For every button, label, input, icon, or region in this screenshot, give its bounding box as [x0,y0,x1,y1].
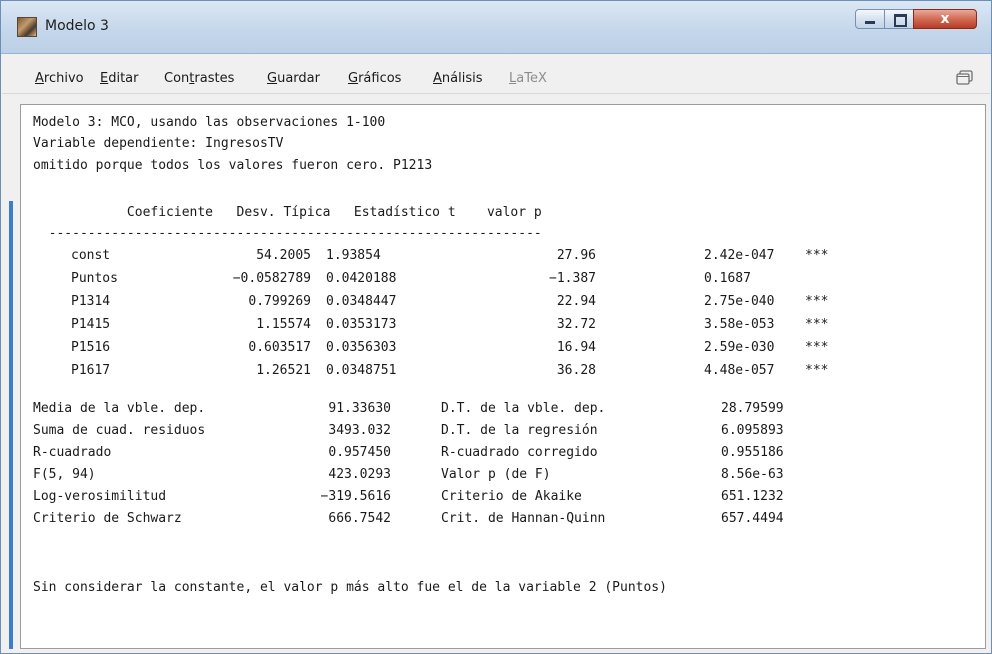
stats-row: R-cuadrado 0.957450 R-cuadrado corregido 0.… [21,445,961,465]
left-accent-strip [9,201,13,649]
menu-contrastes[interactable]: Contrastes [164,71,234,86]
app-icon[interactable] [17,17,37,37]
stat-value: 6.095893 [721,423,784,438]
cell-se: 0.0420188 [326,271,397,286]
cell-name: P1617 [71,363,111,378]
cell-coef: −0.0582789 [232,271,311,286]
stat-value: 28.79599 [721,401,784,416]
stat-label: Valor p (de F) [441,467,551,482]
window-title: Modelo 3 [45,18,109,34]
stats-row: F(5, 94) 423.0293 Valor p (de F) 8.56e-63 [21,467,961,487]
cell-t: 16.94 [556,340,596,355]
stat-label: Crit. de Hannan-Quinn [441,511,606,526]
stat-value: 0.955186 [721,445,784,460]
cell-se: 0.0348751 [326,363,397,378]
menu-graficos[interactable]: Gráficos [348,71,401,86]
stat-label: F(5, 94) [33,467,96,482]
cell-name: P1516 [71,340,111,355]
stats-row: Suma de cuad. residuos 3493.032 D.T. de la… [21,423,961,443]
cell-p: 2.75e-040 [704,294,775,309]
stat-label: D.T. de la regresión [441,423,598,438]
cell-coef: 1.15574 [256,317,311,332]
output-text-area[interactable]: Modelo 3: MCO, usando las observaciones … [20,104,986,649]
cell-t: 27.96 [556,248,596,263]
stat-value: 3493.032 [328,423,391,438]
cell-se: 1.93854 [326,248,381,263]
cell-stars: *** [805,317,829,332]
table-row: P1314 0.799269 0.0348447 22.94 2.75e-040 *** [21,294,961,314]
menu-archivo[interactable]: Archivo [35,71,84,86]
cell-stars: *** [805,248,829,263]
cell-p: 4.48e-057 [704,363,775,378]
stat-label: R-cuadrado corregido [441,445,598,460]
stat-label: Log-verosimilitud [33,489,167,504]
cell-se: 0.0353173 [326,317,397,332]
cell-coef: 0.799269 [248,294,311,309]
stat-value: 651.1232 [721,489,784,504]
cell-stars: *** [805,294,829,309]
menu-latex[interactable]: LaTeX [509,71,547,86]
table-row: P1516 0.603517 0.0356303 16.94 2.59e-030 *** [21,340,961,360]
stat-label: Criterio de Akaike [441,489,582,504]
cell-name: P1314 [71,294,111,309]
menu-editar[interactable]: Editar [100,71,139,86]
cell-name: P1415 [71,317,111,332]
cell-name: Puntos [71,271,118,286]
menu-analisis[interactable]: Análisis [433,71,483,86]
detach-window-icon[interactable] [956,70,974,86]
cell-coef: 54.2005 [256,248,311,263]
cell-name: const [71,248,111,263]
cell-se: 0.0356303 [326,340,397,355]
maximize-icon [894,14,907,27]
stats-row: Media de la vble. dep. 91.33630 D.T. de la… [21,401,961,421]
stats-row: Criterio de Schwarz 666.7542 Crit. de Hann… [21,511,961,531]
minimize-button[interactable] [855,9,885,29]
table-row: P1617 1.26521 0.0348751 36.28 4.48e-057 *** [21,363,961,383]
stat-value: −319.5616 [320,489,391,504]
menu-bar: Archivo Editar Contrastes Guardar Gráfic… [2,61,990,94]
cell-p: 0.1687 [704,271,751,286]
table-row: P1415 1.15574 0.0353173 32.72 3.58e-053 *** [21,317,961,337]
output-line-dependent: Variable dependiente: IngresosTV [33,136,284,151]
cell-p: 3.58e-053 [704,317,775,332]
stat-label: Suma de cuad. residuos [33,423,206,438]
model-window: Modelo 3 x Archivo Editar Contrastes Gua… [0,0,992,654]
menu-guardar[interactable]: Guardar [267,71,320,86]
cell-t: 36.28 [556,363,596,378]
stat-label: Media de la vble. dep. [33,401,206,416]
close-icon: x [940,11,950,27]
title-bar[interactable]: Modelo 3 x [1,1,991,54]
stat-label: R-cuadrado [33,445,112,460]
stat-value: 657.4494 [721,511,784,526]
close-button[interactable]: x [913,9,977,29]
output-footer: Sin considerar la constante, el valor p … [33,580,667,595]
cell-t: 22.94 [556,294,596,309]
table-row: Puntos −0.0582789 0.0420188 −1.387 0.1687 [21,271,961,291]
table-header: Coeficiente Desv. Típica Estadístico t v… [33,205,542,220]
cell-p: 2.42e-047 [704,248,775,263]
output-line-model: Modelo 3: MCO, usando las observaciones … [33,115,386,130]
cell-stars: *** [805,340,829,355]
stat-value: 91.33630 [328,401,391,416]
cell-t: 32.72 [556,317,596,332]
maximize-button[interactable] [884,9,914,29]
cell-p: 2.59e-030 [704,340,775,355]
cell-coef: 0.603517 [248,340,311,355]
table-rule: ----------------------------------------… [33,226,542,241]
cell-t: −1.387 [549,271,596,286]
cell-stars: *** [805,363,829,378]
stat-value: 0.957450 [328,445,391,460]
cell-coef: 1.26521 [256,363,311,378]
stats-row: Log-verosimilitud −319.5616 Criterio de Ak… [21,489,961,509]
stat-value: 423.0293 [328,467,391,482]
cell-se: 0.0348447 [326,294,397,309]
output-line-omitted: omitido porque todos los valores fueron … [33,158,433,173]
stat-value: 8.56e-63 [721,467,784,482]
stat-value: 666.7542 [328,511,391,526]
stat-label: Criterio de Schwarz [33,511,182,526]
table-row: const 54.2005 1.93854 27.96 2.42e-047 *** [21,248,961,268]
stat-label: D.T. de la vble. dep. [441,401,606,416]
minimize-icon [865,21,875,24]
